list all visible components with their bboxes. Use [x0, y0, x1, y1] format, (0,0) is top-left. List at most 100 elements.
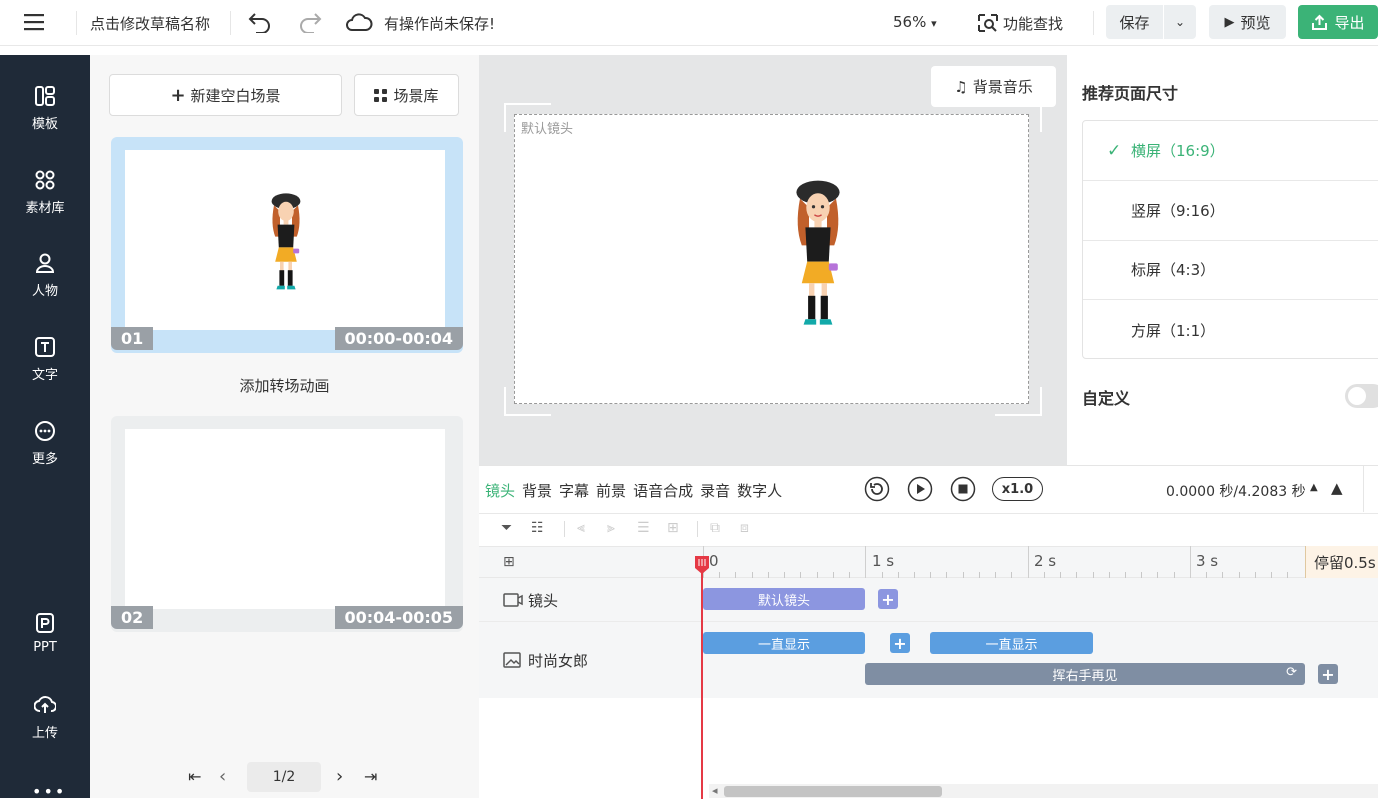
prev-page-icon[interactable]: ‹: [219, 766, 226, 787]
track-settings-icon[interactable]: ⊞: [503, 554, 515, 570]
divider: [479, 513, 1378, 514]
tab-foreground[interactable]: 前景: [596, 480, 626, 501]
tab-camera[interactable]: 镜头: [485, 480, 515, 501]
page-size-title: 推荐页面尺寸: [1082, 84, 1179, 103]
stage[interactable]: 默认镜头: [514, 114, 1029, 404]
add-action-clip-button[interactable]: +: [1318, 664, 1338, 684]
tab-background[interactable]: 背景: [522, 480, 552, 501]
ellipsis-icon[interactable]: •••: [32, 782, 66, 801]
next-page-icon[interactable]: ›: [336, 766, 343, 787]
sidebar-item-material-library[interactable]: 素材库: [0, 157, 90, 227]
canvas-area: ♫ 背景音乐 默认镜头: [479, 55, 1067, 465]
sidebar-item-text[interactable]: 文字: [0, 324, 90, 394]
stay-duration[interactable]: 停留0.5s: [1305, 546, 1378, 578]
redo-icon[interactable]: [298, 11, 322, 37]
page-size-option-9-16[interactable]: 竖屏（9:16）: [1083, 181, 1378, 241]
sidebar-item-label: 更多: [31, 451, 58, 467]
track-camera: [479, 578, 1378, 622]
divider: [1363, 466, 1364, 512]
export-icon: [1312, 14, 1328, 30]
sidebar-item-upload[interactable]: 上传: [0, 682, 90, 752]
new-scene-button[interactable]: + 新建空白场景: [109, 74, 342, 116]
layer-order-icon[interactable]: ☷: [531, 520, 544, 536]
add-transition-button[interactable]: 添加转场动画: [90, 375, 479, 396]
scene-thumbnail-02[interactable]: 02 00:04-00:05: [111, 416, 463, 632]
add-camera-clip-button[interactable]: +: [878, 589, 898, 609]
custom-size-toggle[interactable]: [1345, 384, 1378, 408]
sidebar-item-person[interactable]: 人物: [0, 240, 90, 310]
replay-icon[interactable]: [864, 476, 890, 502]
scene-preview: [125, 429, 445, 609]
tab-tts[interactable]: 语音合成: [633, 480, 693, 501]
zoom-level[interactable]: 56% ▾: [893, 13, 937, 31]
image-icon: [503, 652, 521, 668]
scrollbar-thumb[interactable]: [724, 786, 942, 797]
hamburger-menu-icon[interactable]: [24, 13, 44, 35]
scene-index: 01: [111, 327, 154, 350]
bg-music-button[interactable]: ♫ 背景音乐: [931, 66, 1056, 107]
page-indicator[interactable]: 1/2: [247, 762, 321, 792]
align-center-icon: ☰: [637, 520, 650, 536]
align-right-icon: ⫸: [607, 520, 615, 536]
tick-label: 1 s: [872, 552, 895, 570]
camera-label: 默认镜头: [521, 122, 574, 137]
camera-clip[interactable]: 默认镜头: [703, 588, 865, 610]
sidebar-item-ppt[interactable]: PPT: [0, 598, 90, 668]
camera-icon: [503, 593, 523, 607]
scene-thumbnail-01[interactable]: 01 00:00-00:04: [111, 137, 463, 353]
speed-button[interactable]: x1.0: [992, 477, 1043, 501]
sidebar-item-label: PPT: [33, 639, 57, 655]
scene-library-button[interactable]: 场景库: [354, 74, 459, 116]
last-page-icon[interactable]: ⇥: [364, 767, 377, 786]
unsaved-status: 有操作尚未保存!: [384, 15, 496, 33]
check-icon: ✓: [1107, 140, 1122, 161]
upload-icon: [34, 695, 56, 713]
save-button[interactable]: 保存: [1106, 5, 1163, 39]
timeline-panel: 镜头 背景 字幕 前景 语音合成 录音 数字人 x1.0 0.0000 秒/4.…: [479, 465, 1378, 799]
page-size-option-1-1[interactable]: 方屏（1:1）: [1083, 300, 1378, 360]
undo-icon[interactable]: [248, 11, 272, 37]
export-button[interactable]: 导出: [1298, 5, 1378, 39]
feature-search-button[interactable]: 功能查找: [1003, 13, 1063, 34]
divider: [564, 521, 565, 537]
person-icon: [35, 253, 55, 273]
sidebar-item-label: 上传: [31, 725, 58, 741]
play-icon: ▶: [1224, 14, 1235, 30]
page-size-option-16-9[interactable]: ✓ 横屏（16:9）: [1083, 121, 1378, 181]
time-readout: 0.0000 秒/4.2083 秒: [1166, 484, 1306, 500]
sidebar-item-more[interactable]: 更多: [0, 408, 90, 478]
zoom-out-icon[interactable]: ▲: [1310, 482, 1318, 493]
filter-icon[interactable]: ⏷: [501, 520, 512, 536]
material-library-icon: [35, 170, 55, 189]
distribute-icon: ⊞: [667, 520, 679, 536]
show-clip[interactable]: 一直显示: [703, 632, 865, 654]
sidebar-item-template[interactable]: 模板: [0, 73, 90, 143]
zoom-in-icon[interactable]: ▲: [1331, 479, 1343, 497]
tab-subtitle[interactable]: 字幕: [559, 480, 589, 501]
tab-digital-human[interactable]: 数字人: [737, 480, 782, 501]
track-label: 时尚女郎: [528, 652, 589, 670]
scroll-left-icon[interactable]: ◂: [712, 784, 718, 797]
page-size-panel: 推荐页面尺寸 ✓ 横屏（16:9） 竖屏（9:16） 标屏（4:3） 方屏（1:1…: [1067, 55, 1378, 465]
play-icon[interactable]: [907, 476, 933, 502]
character-figure[interactable]: [791, 173, 845, 334]
tick-label: 3 s: [1196, 552, 1219, 570]
stop-icon[interactable]: [950, 476, 976, 502]
show-clip[interactable]: 一直显示: [930, 632, 1093, 654]
add-show-clip-button[interactable]: +: [890, 633, 910, 653]
ungroup-icon: ⧈: [740, 520, 749, 536]
loop-icon: ⟳: [1286, 665, 1297, 680]
sidebar-item-label: 素材库: [25, 200, 65, 216]
custom-size-label: 自定义: [1082, 389, 1131, 408]
text-icon: [35, 336, 55, 357]
preview-button[interactable]: ▶ 预览: [1209, 5, 1286, 39]
page-size-option-4-3[interactable]: 标屏（4:3）: [1083, 240, 1378, 300]
template-icon: [35, 85, 55, 106]
playhead-handle[interactable]: [694, 555, 710, 575]
save-dropdown-button[interactable]: ⌄: [1164, 5, 1196, 39]
music-note-icon: ♫: [954, 77, 968, 96]
first-page-icon[interactable]: ⇤: [188, 767, 201, 786]
tab-recording[interactable]: 录音: [700, 480, 730, 501]
action-clip[interactable]: 挥右手再见 ⟳: [865, 663, 1305, 685]
draft-name[interactable]: 点击修改草稿名称: [90, 13, 210, 34]
